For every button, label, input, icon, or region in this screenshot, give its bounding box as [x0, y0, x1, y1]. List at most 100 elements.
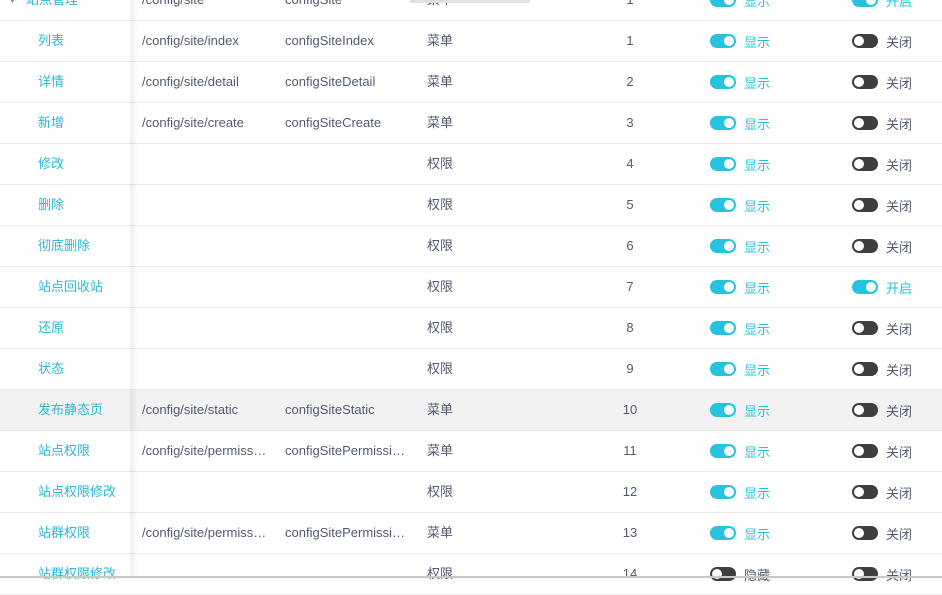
switch-knob [854, 36, 864, 46]
cache-toggle-group: 关闭 [852, 513, 912, 553]
show-switch[interactable] [710, 116, 736, 130]
switch-knob [854, 528, 864, 538]
switch-knob [854, 364, 864, 374]
show-switch[interactable] [710, 444, 736, 458]
show-switch[interactable] [710, 567, 736, 581]
show-switch[interactable] [710, 280, 736, 294]
component-name [285, 144, 411, 184]
cache-switch[interactable] [852, 362, 878, 376]
cache-toggle-group: 关闭 [852, 308, 912, 348]
table-row[interactable]: ▼ 站点管理/config/site configSite 菜单 1 显示 开启 [0, 0, 942, 21]
table-row[interactable]: 站点权限/config/site/permissi… configSitePerm… [0, 431, 942, 472]
show-switch[interactable] [710, 157, 736, 171]
table-row[interactable]: 站点回收站 权限 7 显示 开启 [0, 267, 942, 308]
switch-knob [724, 0, 734, 5]
menu-name-link[interactable]: 站群权限 [38, 513, 132, 553]
menu-name-link[interactable]: 删除 [38, 185, 132, 225]
show-status-label: 显示 [744, 34, 771, 50]
menu-name-link[interactable]: 修改 [38, 144, 132, 184]
sort-order: 1 [590, 0, 670, 20]
show-toggle-group: 显示 [710, 21, 770, 61]
menu-type: 菜单 [427, 443, 454, 458]
table-row[interactable]: 删除 权限 5 显示 关闭 [0, 185, 942, 226]
route-path [142, 308, 268, 348]
switch-knob [724, 159, 734, 169]
table-row[interactable]: 状态 权限 9 显示 关闭 [0, 349, 942, 390]
table-row[interactable]: 修改 权限 4 显示 关闭 [0, 144, 942, 185]
menu-name-link[interactable]: 详情 [38, 62, 132, 102]
menu-name-link[interactable]: 列表 [38, 21, 132, 61]
menu-name-link[interactable]: 站点权限修改 [38, 472, 132, 512]
cache-switch[interactable] [852, 157, 878, 171]
cache-switch[interactable] [852, 444, 878, 458]
show-switch[interactable] [710, 75, 736, 89]
menu-type: 菜单 [427, 402, 454, 417]
show-switch[interactable] [710, 239, 736, 253]
menu-name-link[interactable]: 站点管理 [26, 0, 120, 20]
cache-switch[interactable] [852, 198, 878, 212]
table-row[interactable]: 列表/config/site/index configSiteIndex 菜单 1 显示… [0, 21, 942, 62]
sort-order: 4 [626, 156, 634, 171]
menu-type: 菜单 [427, 115, 454, 130]
cache-status-label: 关闭 [886, 567, 913, 583]
cache-switch[interactable] [852, 321, 878, 335]
cache-status-label: 关闭 [886, 239, 913, 255]
switch-knob [724, 118, 734, 128]
cache-switch[interactable] [852, 75, 878, 89]
table-row[interactable]: 新增/config/site/create configSiteCreate 菜单 3… [0, 103, 942, 144]
show-switch[interactable] [710, 485, 736, 499]
cache-toggle-group: 关闭 [852, 431, 912, 471]
menu-name-link[interactable]: 发布静态页 [38, 390, 132, 430]
show-toggle-group: 显示 [710, 513, 770, 553]
cache-toggle-group: 关闭 [852, 349, 912, 389]
switch-knob [724, 36, 734, 46]
table-row[interactable]: 详情/config/site/detail configSiteDetail 菜单 2… [0, 62, 942, 103]
cache-switch[interactable] [852, 239, 878, 253]
switch-knob [866, 0, 876, 5]
route-path: /config/site/index [142, 33, 239, 48]
switch-knob [724, 200, 734, 210]
cache-switch[interactable] [852, 34, 878, 48]
menu-name-link[interactable]: 站群权限修改 [38, 554, 132, 594]
menu-name-link[interactable]: 还原 [38, 308, 132, 348]
route-path: /config/site/detail [142, 74, 239, 89]
menu-name-link[interactable]: 新增 [38, 103, 132, 143]
show-status-label: 显示 [744, 485, 771, 501]
cache-switch[interactable] [852, 280, 878, 294]
table-row[interactable]: 站点权限修改 权限 12 显示 关闭 [0, 472, 942, 513]
table-row[interactable]: 彻底删除 权限 6 显示 关闭 [0, 226, 942, 267]
cache-switch[interactable] [852, 567, 878, 581]
menu-name-link[interactable]: 站点回收站 [38, 267, 132, 307]
cache-switch[interactable] [852, 485, 878, 499]
switch-knob [724, 323, 734, 333]
table-row[interactable]: 站群权限修改 权限 14 隐藏 关闭 [0, 554, 942, 595]
show-switch[interactable] [710, 0, 736, 7]
cache-switch[interactable] [852, 403, 878, 417]
route-path [142, 267, 268, 307]
table-row[interactable]: 还原 权限 8 显示 关闭 [0, 308, 942, 349]
cache-status-label: 关闭 [886, 34, 913, 50]
cache-status-label: 关闭 [886, 485, 913, 501]
expand-caret-icon[interactable]: ▼ [8, 0, 17, 20]
sort-order: 2 [626, 74, 634, 89]
switch-knob [854, 159, 864, 169]
cache-switch[interactable] [852, 116, 878, 130]
cache-switch[interactable] [852, 526, 878, 540]
menu-name-link[interactable]: 站点权限 [38, 431, 132, 471]
menu-name-link[interactable]: 状态 [38, 349, 132, 389]
sort-order: 7 [626, 279, 634, 294]
cache-switch[interactable] [852, 0, 878, 7]
table-row[interactable]: 发布静态页/config/site/static configSiteStatic… [0, 390, 942, 431]
menu-name-link[interactable]: 彻底删除 [38, 226, 132, 266]
show-switch[interactable] [710, 321, 736, 335]
show-switch[interactable] [710, 526, 736, 540]
component-name [285, 349, 411, 389]
show-switch[interactable] [710, 198, 736, 212]
sort-order: 10 [622, 402, 638, 417]
route-path [142, 226, 268, 266]
cache-toggle-group: 关闭 [852, 185, 912, 225]
show-switch[interactable] [710, 403, 736, 417]
show-switch[interactable] [710, 362, 736, 376]
table-row[interactable]: 站群权限/config/site/permissi… configSitePerm… [0, 513, 942, 554]
show-switch[interactable] [710, 34, 736, 48]
